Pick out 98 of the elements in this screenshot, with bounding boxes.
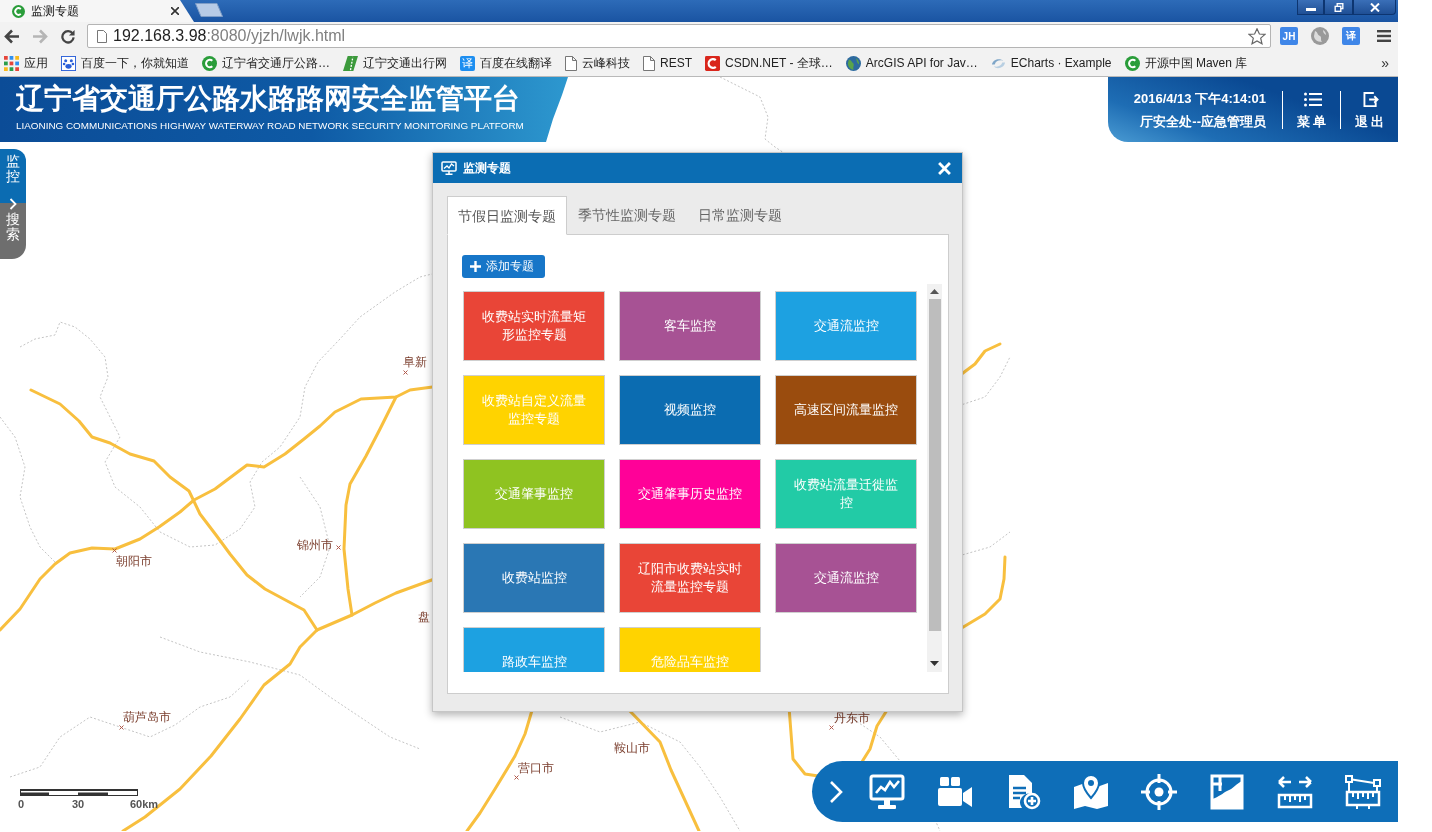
close-icon[interactable] bbox=[171, 7, 179, 15]
minimize-button[interactable] bbox=[1297, 0, 1324, 15]
restore-icon bbox=[1333, 2, 1344, 12]
side-tab[interactable]: 监控 bbox=[0, 149, 26, 203]
platform-title: 辽宁省交通厅公路水路路网安全监管平台 bbox=[16, 81, 520, 115]
topic-tile[interactable]: 交通流监控 bbox=[775, 291, 917, 361]
topic-tile[interactable]: 交通流监控 bbox=[775, 543, 917, 613]
city-marker-icon bbox=[119, 725, 124, 730]
logout-button[interactable]: 退出 bbox=[1341, 90, 1398, 132]
ruler-arrow-icon[interactable] bbox=[1277, 773, 1313, 810]
bookmark-item[interactable]: ECharts · Example bbox=[990, 53, 1112, 73]
ruler-nodes-icon[interactable] bbox=[1345, 773, 1381, 810]
bookmark-item[interactable]: CSDN.NET - 全球… bbox=[705, 53, 833, 73]
page-icon bbox=[565, 55, 577, 71]
road-icon bbox=[343, 55, 358, 71]
bookmark-item[interactable]: 应用 bbox=[4, 53, 48, 73]
close-icon bbox=[938, 161, 951, 175]
city-label: 丹东市 bbox=[834, 711, 870, 725]
apps-grid-icon bbox=[4, 55, 19, 71]
monitor-chart-icon bbox=[441, 161, 457, 175]
new-tab-button[interactable] bbox=[195, 3, 223, 17]
dialog-tab[interactable]: 季节性监测专题 bbox=[567, 196, 687, 235]
star-icon[interactable] bbox=[1248, 27, 1266, 45]
city-label: 朝阳市 bbox=[116, 554, 152, 568]
city-label: 阜新 bbox=[403, 355, 427, 369]
dialog-tab[interactable]: 日常监测专题 bbox=[687, 196, 793, 235]
favicon-badge: 译 bbox=[460, 55, 475, 71]
chevron-right-icon[interactable] bbox=[829, 779, 843, 804]
bookmark-item[interactable]: 开源中国 Maven 库 bbox=[1124, 53, 1248, 73]
scale-label: 0 bbox=[18, 798, 25, 811]
minimize-icon bbox=[1305, 8, 1316, 11]
city-marker-icon bbox=[403, 370, 408, 375]
back-arrow-icon[interactable] bbox=[4, 28, 20, 44]
map-pin-icon[interactable] bbox=[1073, 773, 1109, 810]
topic-tile[interactable]: 收费站实时流量矩形监控专题 bbox=[463, 291, 605, 361]
page-icon bbox=[97, 29, 107, 43]
plus-icon bbox=[470, 261, 481, 272]
scroll-down-icon[interactable] bbox=[930, 661, 939, 666]
exit-icon bbox=[1362, 92, 1380, 107]
chevron-right-icon[interactable] bbox=[9, 198, 17, 210]
bookmark-item[interactable]: 云峰科技 bbox=[565, 53, 630, 73]
city-label: 盘 bbox=[418, 610, 430, 624]
city-marker-icon bbox=[112, 548, 117, 553]
circle-logo-icon bbox=[1124, 55, 1140, 71]
city-marker-icon bbox=[829, 725, 834, 730]
bookmark-item[interactable]: 百度一下，你就知道 bbox=[61, 53, 189, 73]
bookmark-item[interactable]: REST bbox=[643, 53, 692, 73]
user-name: 厅安全处--应急管理员 bbox=[1140, 114, 1266, 129]
side-tab[interactable]: 搜索 bbox=[0, 203, 26, 259]
earth-icon bbox=[845, 55, 861, 71]
topic-tile[interactable]: 辽阳市收费站实时流量监控专题 bbox=[619, 543, 761, 613]
extension-button[interactable]: 译 bbox=[1342, 27, 1360, 45]
bookmark-item[interactable]: 译 百度在线翻译 bbox=[460, 53, 552, 73]
city-label: 营口市 bbox=[518, 761, 554, 775]
menu-icon[interactable] bbox=[1377, 30, 1391, 42]
city-label: 葫芦岛市 bbox=[123, 710, 171, 724]
address-field[interactable]: 192.168.3.98:8080/yjzh/lwjk.html bbox=[87, 24, 1271, 48]
city-label: 锦州市 bbox=[297, 538, 333, 552]
bookmark-item[interactable]: ArcGIS API for Jav… bbox=[845, 53, 978, 73]
dialog-title: 监测专题 bbox=[463, 159, 511, 177]
topic-tile[interactable]: 客车监控 bbox=[619, 291, 761, 361]
page-icon bbox=[643, 55, 655, 71]
bookmarks-overflow-button[interactable]: » bbox=[1381, 55, 1389, 71]
browser-tab[interactable]: 监测专题 bbox=[0, 0, 194, 22]
datetime-text: 2016/4/13 下午4:14:01 bbox=[1133, 91, 1266, 106]
add-topic-button[interactable]: 添加专题 bbox=[462, 255, 545, 278]
platform-subtitle: LIAONING COMMUNICATIONS HIGHWAY WATERWAY ROAD NETWORK SECURITY MONITORING PLATFORM bbox=[16, 120, 524, 132]
city-label: 鞍山市 bbox=[614, 741, 650, 755]
menu-button[interactable]: 菜单 bbox=[1283, 90, 1340, 132]
restore-button[interactable] bbox=[1324, 0, 1353, 15]
topic-tile[interactable]: 视频监控 bbox=[619, 375, 761, 445]
bookmark-item[interactable]: 辽宁省交通厅公路… bbox=[202, 53, 330, 73]
topic-tile[interactable]: 路政车监控 bbox=[463, 627, 605, 672]
topic-tile[interactable]: 高速区间流量监控 bbox=[775, 375, 917, 445]
window-close-button[interactable] bbox=[1353, 0, 1396, 15]
list-icon bbox=[1304, 92, 1322, 107]
topic-tile[interactable]: 交通肇事历史监控 bbox=[619, 459, 761, 529]
topic-tile[interactable]: 收费站监控 bbox=[463, 543, 605, 613]
close-button[interactable] bbox=[937, 160, 952, 176]
scroll-up-icon[interactable] bbox=[930, 289, 939, 294]
reload-icon[interactable] bbox=[60, 28, 76, 44]
paw-icon bbox=[61, 55, 76, 71]
scrollbar-thumb[interactable] bbox=[928, 299, 941, 631]
framed-map-icon[interactable] bbox=[1209, 773, 1245, 810]
monitor-chart-icon[interactable] bbox=[869, 773, 905, 810]
scrollbar[interactable] bbox=[927, 284, 942, 672]
city-marker-icon bbox=[514, 775, 519, 780]
square-logo-icon bbox=[705, 55, 720, 71]
crosshair-icon[interactable] bbox=[1141, 773, 1177, 810]
dialog-tab[interactable]: 节假日监测专题 bbox=[447, 196, 567, 235]
bookmark-item[interactable]: 辽宁交通出行网 bbox=[343, 53, 447, 73]
circle-logo-icon bbox=[202, 55, 217, 71]
favicon-icon bbox=[12, 4, 25, 18]
extension-button[interactable]: JH bbox=[1280, 27, 1298, 45]
close-icon bbox=[1369, 2, 1380, 12]
scale-label: 60km bbox=[130, 798, 159, 811]
city-marker-icon bbox=[336, 545, 341, 550]
scale-label: 30 bbox=[72, 798, 85, 811]
